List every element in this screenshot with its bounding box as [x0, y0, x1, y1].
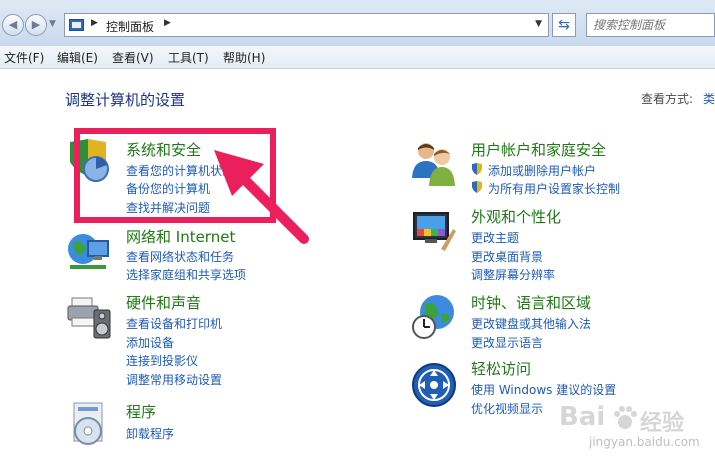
- page-title: 调整计算机的设置: [65, 91, 186, 109]
- recent-pages-dropdown-icon[interactable]: ▼: [49, 19, 56, 29]
- link-network-status[interactable]: 查看网络状态和任务: [126, 248, 234, 265]
- appearance-icon[interactable]: [411, 209, 457, 255]
- back-button[interactable]: ◀: [2, 14, 24, 36]
- address-dropdown-icon[interactable]: ▼: [535, 19, 542, 29]
- ease-of-access-icon[interactable]: [411, 362, 457, 408]
- menu-bar: 文件(F) 编辑(E) 查看(V) 工具(T) 帮助(H): [0, 46, 715, 69]
- user-accounts-icon[interactable]: [411, 140, 457, 186]
- watermark-paw-icon: [614, 406, 637, 429]
- category-title-hardware-sound[interactable]: 硬件和声音: [126, 292, 201, 313]
- menu-tools[interactable]: 工具(T): [168, 49, 209, 66]
- link-change-theme[interactable]: 更改主题: [471, 229, 519, 246]
- breadcrumb-control-panel[interactable]: 控制面板: [106, 18, 154, 35]
- annotation-arrow: [214, 150, 309, 244]
- link-optimize-video[interactable]: 优化视频显示: [471, 400, 543, 417]
- link-connect-projector[interactable]: 连接到投影仪: [126, 352, 198, 369]
- link-parental-controls[interactable]: 为所有用户设置家长控制: [488, 180, 620, 197]
- uac-shield-icon: [472, 181, 482, 193]
- menu-view[interactable]: 查看(V): [112, 49, 154, 66]
- link-desktop-background[interactable]: 更改桌面背景: [471, 248, 543, 265]
- breadcrumb-separator-icon[interactable]: ▶: [164, 18, 171, 28]
- category-title-appearance[interactable]: 外观和个性化: [471, 206, 561, 227]
- search-input[interactable]: [586, 13, 715, 37]
- category-title-programs[interactable]: 程序: [126, 401, 156, 422]
- category-title-ease-of-access[interactable]: 轻松访问: [471, 358, 531, 379]
- category-title-clock-language[interactable]: 时钟、语言和区域: [471, 292, 591, 313]
- watermark-brand-suffix: 经验: [640, 411, 685, 436]
- link-display-language[interactable]: 更改显示语言: [471, 334, 543, 351]
- link-uninstall-program[interactable]: 卸载程序: [126, 425, 174, 442]
- address-toolbar: ◀ ▶ ▼ ▶ 控制面板 ▶ ▼ ⇆: [0, 0, 715, 47]
- link-homegroup-sharing[interactable]: 选择家庭组和共享选项: [126, 266, 246, 283]
- menu-help[interactable]: 帮助(H): [223, 49, 265, 66]
- view-by: 查看方式: 类: [641, 90, 715, 107]
- hardware-sound-icon[interactable]: [66, 294, 112, 340]
- view-by-label: 查看方式:: [641, 92, 694, 106]
- forward-button[interactable]: ▶: [25, 14, 47, 36]
- uac-shield-icon: [472, 163, 482, 175]
- view-by-dropdown[interactable]: 类: [703, 92, 715, 106]
- link-add-device[interactable]: 添加设备: [126, 334, 174, 351]
- watermark-url: jingyan.baidu.com: [589, 435, 700, 449]
- clock-language-icon[interactable]: [411, 294, 457, 340]
- network-icon[interactable]: [66, 229, 112, 275]
- menu-file[interactable]: 文件(F): [4, 49, 44, 66]
- control-panel-icon: [69, 19, 84, 31]
- link-add-remove-accounts[interactable]: 添加或删除用户帐户: [488, 162, 596, 179]
- menu-edit[interactable]: 编辑(E): [57, 49, 98, 66]
- address-bar[interactable]: ▶ 控制面板 ▶ ▼: [64, 13, 549, 37]
- link-mobility-settings[interactable]: 调整常用移动设置: [126, 371, 222, 388]
- breadcrumb-separator-icon[interactable]: ▶: [91, 18, 98, 28]
- link-keyboard-input[interactable]: 更改键盘或其他输入法: [471, 315, 591, 332]
- refresh-button[interactable]: ⇆: [552, 13, 576, 37]
- link-screen-resolution[interactable]: 调整屏幕分辨率: [471, 266, 555, 283]
- category-title-user-accounts[interactable]: 用户帐户和家庭安全: [471, 139, 606, 160]
- watermark-brand: Bai: [559, 402, 606, 432]
- link-devices-printers[interactable]: 查看设备和打印机: [126, 315, 222, 332]
- programs-icon[interactable]: [66, 401, 112, 447]
- link-windows-recommended-settings[interactable]: 使用 Windows 建议的设置: [471, 381, 616, 398]
